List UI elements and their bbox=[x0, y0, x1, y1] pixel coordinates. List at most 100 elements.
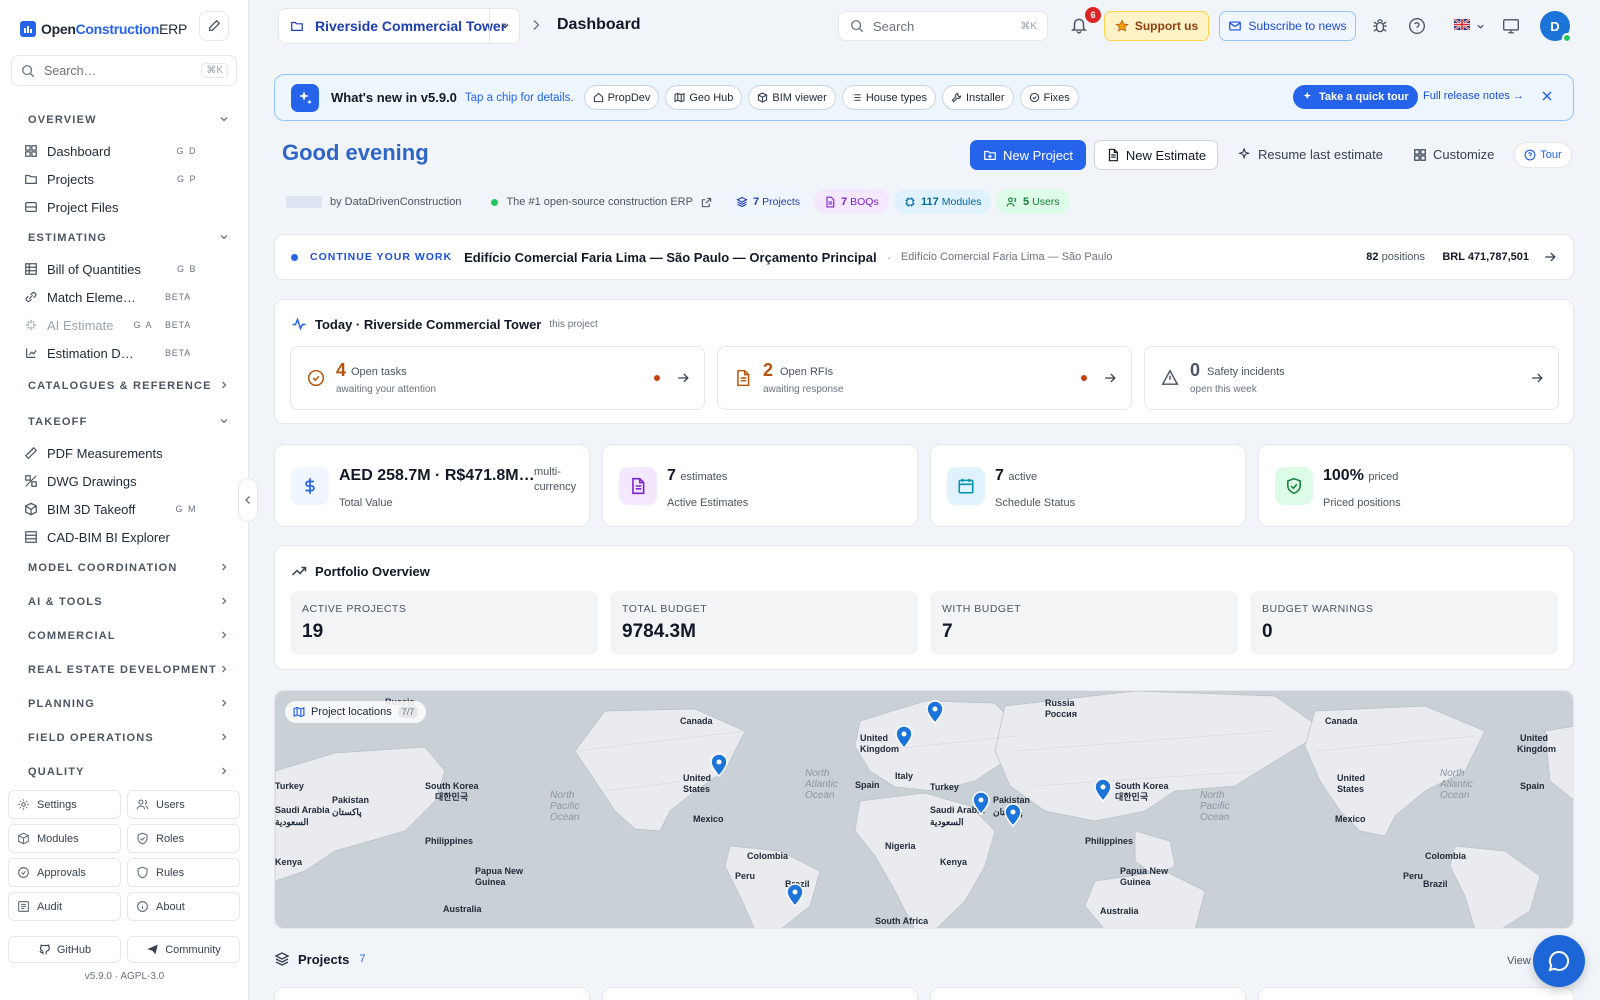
chat-button[interactable] bbox=[1533, 935, 1585, 987]
flag-uk-icon[interactable] bbox=[1454, 19, 1470, 30]
project-card[interactable] bbox=[274, 987, 590, 1000]
kpi-active-estimates[interactable]: 7 estimates Active Estimates bbox=[602, 444, 918, 527]
section-quality[interactable]: QUALITY bbox=[0, 755, 249, 789]
monitor-icon[interactable] bbox=[1502, 17, 1520, 35]
user-avatar[interactable]: D bbox=[1540, 11, 1572, 43]
tagline-link[interactable]: The #1 open-source construction ERP bbox=[506, 196, 693, 208]
sidebar-item-projects[interactable]: Projects G P bbox=[0, 165, 249, 193]
approvals-button[interactable]: Approvals bbox=[8, 858, 121, 887]
sidebar-item-ai-estimate[interactable]: AI Estimate G A BETA bbox=[0, 311, 249, 339]
chevron-down-icon[interactable] bbox=[1476, 22, 1485, 31]
rules-button[interactable]: Rules bbox=[127, 858, 240, 887]
sidebar-collapse-toggle[interactable] bbox=[238, 478, 258, 522]
section-planning[interactable]: PLANNING bbox=[0, 687, 249, 721]
close-icon[interactable] bbox=[1541, 90, 1553, 102]
button-label: Resume last estimate bbox=[1258, 147, 1383, 162]
kpi-number: 7 bbox=[667, 467, 676, 484]
chevron-down-icon[interactable] bbox=[489, 9, 519, 43]
stat-modules[interactable]: 117 Modules bbox=[894, 189, 992, 214]
sidebar-item-boq[interactable]: Bill of Quantities G B bbox=[0, 255, 249, 283]
section-overview[interactable]: OVERVIEW bbox=[0, 103, 249, 137]
external-link-icon[interactable] bbox=[701, 197, 712, 208]
section-takeoff[interactable]: TAKEOFF bbox=[0, 405, 249, 439]
project-locations-map[interactable]: RussiaCanadaUnitedStatesMexicoColombiaPe… bbox=[274, 690, 1574, 929]
settings-button[interactable]: Settings bbox=[8, 790, 121, 819]
chip-house-types[interactable]: House types bbox=[841, 85, 936, 110]
subscribe-button[interactable]: Subscribe to news bbox=[1219, 11, 1356, 41]
button-label: Users bbox=[156, 798, 185, 811]
map-label: Mexico bbox=[1335, 814, 1366, 824]
section-ai-tools[interactable]: AI & TOOLS bbox=[0, 585, 249, 619]
users-button[interactable]: Users bbox=[127, 790, 240, 819]
customize-button[interactable]: Customize bbox=[1413, 147, 1494, 162]
sidebar-item-cad-bim[interactable]: CAD-BIM BI Explorer bbox=[0, 523, 249, 551]
edit-button[interactable] bbox=[199, 11, 229, 41]
warning-icon bbox=[1161, 369, 1179, 387]
community-button[interactable]: Community bbox=[127, 936, 240, 963]
map-label: Pakistan bbox=[332, 795, 369, 805]
document-icon bbox=[734, 369, 752, 387]
stat-users[interactable]: 5 Users bbox=[996, 189, 1070, 214]
stat-boqs[interactable]: 7 BOQs bbox=[814, 189, 889, 214]
sidebar-item-bim[interactable]: BIM 3D Takeoff G M bbox=[0, 495, 249, 523]
sidebar-item-dashboard[interactable]: Dashboard G D bbox=[0, 137, 249, 165]
send-icon bbox=[146, 943, 159, 956]
view-all-link[interactable]: View bbox=[1507, 955, 1531, 967]
help-icon[interactable] bbox=[1408, 17, 1426, 35]
new-estimate-button[interactable]: New Estimate bbox=[1094, 140, 1218, 170]
sidebar-item-dwg[interactable]: DWG Drawings bbox=[0, 467, 249, 495]
project-card[interactable] bbox=[1258, 987, 1574, 1000]
section-field-operations[interactable]: FIELD OPERATIONS bbox=[0, 721, 249, 755]
section-estimating[interactable]: ESTIMATING bbox=[0, 221, 249, 255]
kpi-total-value[interactable]: AED 258.7M · R$471.8M… multi-currency To… bbox=[274, 444, 590, 527]
project-selector[interactable]: Riverside Commercial Tower bbox=[278, 8, 520, 44]
chip-bim-viewer[interactable]: BIM viewer bbox=[748, 85, 836, 110]
chip-installer[interactable]: Installer bbox=[941, 85, 1014, 110]
chip-propdev[interactable]: PropDev bbox=[583, 85, 660, 110]
about-button[interactable]: About bbox=[127, 892, 240, 921]
section-commercial[interactable]: COMMERCIAL bbox=[0, 619, 249, 653]
roles-button[interactable]: Roles bbox=[127, 824, 240, 853]
sidebar-item-pdf[interactable]: PDF Measurements bbox=[0, 439, 249, 467]
sidebar-item-match-elements[interactable]: Match Eleme… BETA bbox=[0, 283, 249, 311]
chip-fixes[interactable]: Fixes bbox=[1019, 85, 1079, 110]
arrow-right-icon[interactable] bbox=[1543, 250, 1557, 264]
continue-work-card[interactable]: CONTINUE YOUR WORK Edifício Comercial Fa… bbox=[274, 234, 1574, 280]
chip-label: Geo Hub bbox=[689, 91, 734, 104]
global-search[interactable]: Search ⌘K bbox=[838, 11, 1048, 41]
cube-icon bbox=[23, 501, 39, 517]
beta-badge: BETA bbox=[164, 348, 191, 358]
section-model-coordination[interactable]: MODEL COORDINATION bbox=[0, 551, 249, 585]
map-label: Canada bbox=[680, 716, 714, 726]
bug-icon[interactable] bbox=[1371, 17, 1389, 35]
sidebar-item-project-files[interactable]: Project Files bbox=[0, 193, 249, 221]
kpi-schedule-status[interactable]: 7 active Schedule Status bbox=[930, 444, 1246, 527]
cube-icon bbox=[757, 92, 768, 103]
world-map[interactable]: RussiaCanadaUnitedStatesMexicoColombiaPe… bbox=[275, 691, 1574, 929]
audit-button[interactable]: Audit bbox=[8, 892, 121, 921]
project-card[interactable] bbox=[602, 987, 918, 1000]
release-notes-link[interactable]: Full release notes → bbox=[1423, 90, 1524, 102]
map-label: United bbox=[860, 733, 888, 743]
resume-estimate-button[interactable]: Resume last estimate bbox=[1238, 147, 1383, 162]
project-card[interactable] bbox=[930, 987, 1246, 1000]
section-real-estate[interactable]: REAL ESTATE DEVELOPMENT bbox=[0, 653, 249, 687]
chip-geo-hub[interactable]: Geo Hub bbox=[665, 85, 743, 110]
github-button[interactable]: GitHub bbox=[8, 936, 121, 963]
quick-tour-button[interactable]: Take a quick tour bbox=[1293, 85, 1418, 109]
kpi-unit: priced bbox=[1368, 471, 1399, 483]
open-tasks-card[interactable]: 4 Open tasks awaiting your attention bbox=[290, 346, 705, 410]
support-us-button[interactable]: Support us bbox=[1104, 11, 1209, 41]
kpi-priced-positions[interactable]: 100% priced Priced positions bbox=[1258, 444, 1574, 527]
tour-button[interactable]: Tour bbox=[1514, 142, 1572, 168]
safety-incidents-card[interactable]: 0 Safety incidents open this week bbox=[1144, 346, 1559, 410]
new-project-button[interactable]: New Project bbox=[970, 140, 1086, 170]
open-rfis-card[interactable]: 2 Open RFIs awaiting response bbox=[717, 346, 1132, 410]
map-label: South Korea bbox=[425, 781, 479, 791]
section-label: FIELD OPERATIONS bbox=[28, 732, 154, 744]
sidebar-item-estimation-d[interactable]: Estimation D… BETA bbox=[0, 339, 249, 367]
sidebar-search[interactable]: Search… ⌘K bbox=[11, 55, 237, 86]
stat-projects[interactable]: 7 Projects bbox=[726, 189, 811, 214]
section-catalogues[interactable]: CATALOGUES & REFERENCE bbox=[0, 367, 249, 405]
modules-button[interactable]: Modules bbox=[8, 824, 121, 853]
